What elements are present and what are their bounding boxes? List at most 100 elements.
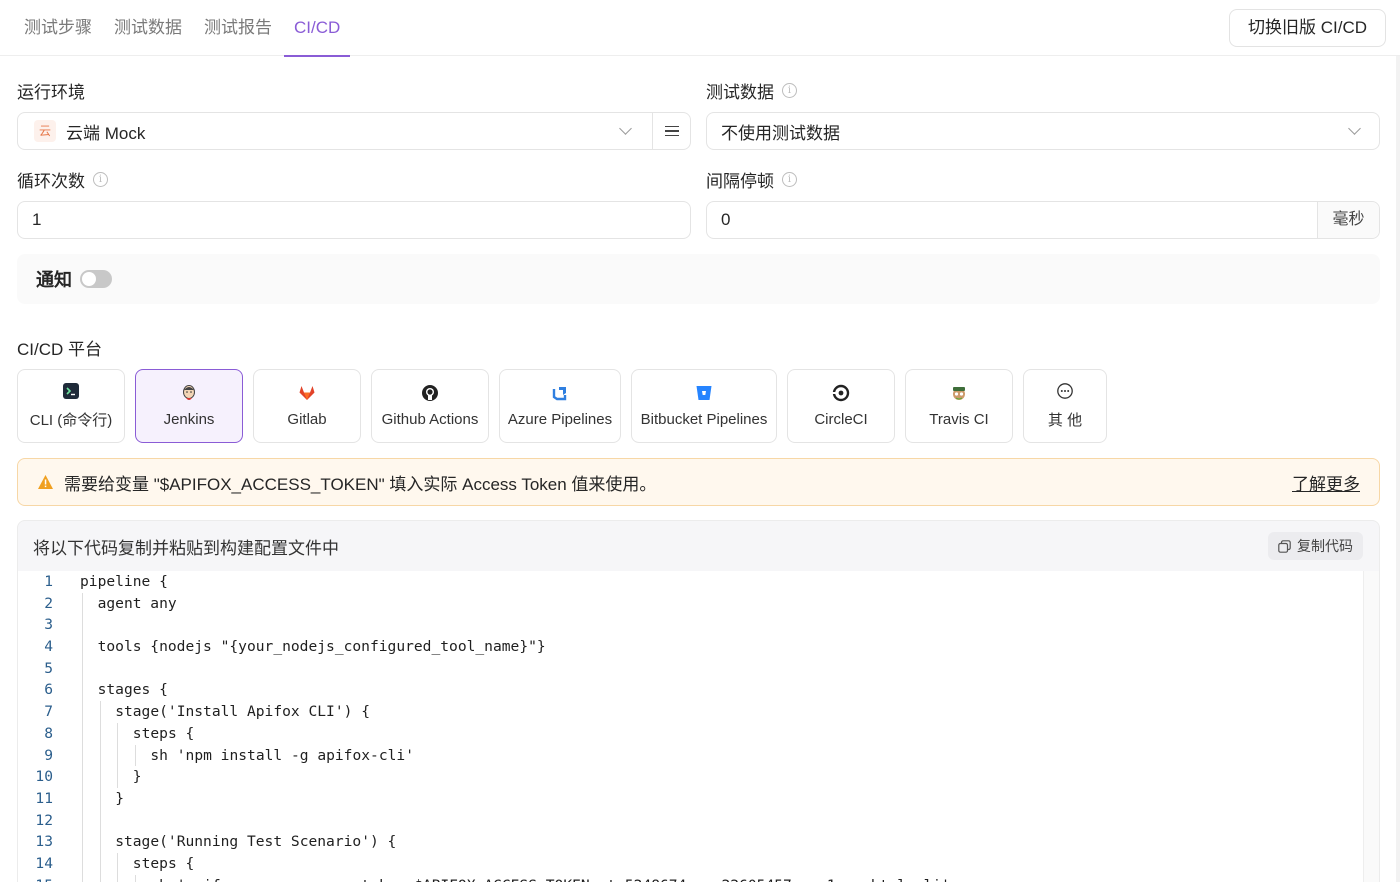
line-number: 12 bbox=[35, 811, 53, 829]
test-data-label: 测试数据 bbox=[706, 83, 774, 102]
code-line: 9 sh 'npm install -g apifox-cli' bbox=[18, 744, 1363, 767]
copy-icon bbox=[1278, 539, 1291, 553]
code-line: 1 pipeline { bbox=[18, 571, 1363, 593]
code-editor[interactable]: 1 pipeline {2 agent any 3 4 tools {nodejs "{y… bbox=[18, 571, 1363, 882]
line-number: 15 bbox=[18, 875, 53, 882]
platform-jenkins[interactable]: Jenkins bbox=[135, 369, 243, 443]
tab-test-steps[interactable]: 测试步骤 bbox=[14, 0, 102, 56]
code-text: sh 'apifox run --access-token $APIFOX_AC… bbox=[80, 875, 950, 882]
travis-icon bbox=[953, 387, 965, 400]
platform-bitbucket-pipelines[interactable]: Bitbucket Pipelines bbox=[631, 369, 777, 443]
code-text: stage('Running Test Scenario') { bbox=[115, 833, 397, 851]
platform-azure-pipelines[interactable]: Azure Pipelines bbox=[499, 369, 621, 443]
line-number: 7 bbox=[44, 703, 53, 721]
line-number: 5 bbox=[44, 659, 53, 677]
github-icon bbox=[422, 385, 438, 401]
line-number: 4 bbox=[44, 638, 53, 656]
code-text: sh 'npm install -g apifox-cli' bbox=[150, 746, 414, 764]
code-line: 11} bbox=[18, 787, 1363, 810]
loop-count-input[interactable]: 1 bbox=[17, 201, 691, 239]
code-line: 5 bbox=[18, 657, 1363, 680]
learn-more-link[interactable]: 了解更多 bbox=[1292, 470, 1360, 495]
warning-icon bbox=[38, 475, 53, 489]
platform-cli[interactable]: CLI (命令行) bbox=[17, 369, 125, 443]
tab-cicd[interactable]: CI/CD bbox=[284, 0, 351, 57]
code-line: 13 stage('Running Test Scenario') { bbox=[18, 831, 1363, 853]
notification-toggle[interactable] bbox=[80, 270, 112, 288]
platform-gitlab[interactable]: Gitlab bbox=[253, 369, 361, 443]
code-line: 15 sh 'apifox run --access-token $APIFOX_… bbox=[18, 874, 1363, 882]
line-number: 9 bbox=[44, 746, 53, 764]
jenkins-icon bbox=[183, 385, 195, 400]
more-icon bbox=[1057, 383, 1073, 399]
interval-input[interactable]: 0 毫秒 bbox=[706, 201, 1380, 239]
interval-label: 间隔停顿 bbox=[706, 172, 774, 191]
code-text: } bbox=[132, 768, 142, 786]
test-data-value: 不使用测试数据 bbox=[721, 123, 840, 143]
top-bar: 测试步骤 测试数据 测试报告 CI/CD 切换旧版 CI/CD bbox=[0, 0, 1400, 57]
info-icon[interactable]: i bbox=[93, 172, 108, 187]
code-line: 14 steps { bbox=[18, 852, 1363, 875]
env-label-row: 运行环境 bbox=[17, 78, 85, 103]
environment-value: 云端 Mock bbox=[66, 123, 146, 143]
environment-select[interactable]: 云 云端 Mock bbox=[17, 112, 691, 150]
line-number: 10 bbox=[35, 768, 53, 786]
page-scrollbar[interactable] bbox=[1396, 56, 1400, 882]
loop-count-value: 1 bbox=[32, 210, 42, 229]
copy-code-button[interactable]: 复制代码 bbox=[1268, 532, 1363, 560]
circleci-icon bbox=[832, 384, 850, 402]
chevron-down-icon bbox=[1348, 122, 1361, 135]
code-panel-title: 将以下代码复制并粘贴到构建配置文件中 bbox=[33, 538, 339, 558]
bitbucket-icon bbox=[696, 386, 712, 400]
code-text: } bbox=[115, 789, 124, 807]
platform-travis-ci[interactable]: Travis CI bbox=[905, 369, 1013, 443]
tab-test-data[interactable]: 测试数据 bbox=[104, 0, 192, 56]
platform-circleci[interactable]: CircleCI bbox=[787, 369, 895, 443]
loop-count-label: 循环次数 bbox=[17, 172, 85, 191]
code-text: stages { bbox=[97, 681, 168, 699]
terminal-icon bbox=[63, 383, 79, 399]
switch-legacy-cicd-button[interactable]: 切换旧版 CI/CD bbox=[1229, 9, 1386, 47]
code-line: 10} bbox=[18, 766, 1363, 788]
platform-label: CircleCI bbox=[814, 411, 868, 428]
platform-label: Azure Pipelines bbox=[507, 411, 613, 428]
tab-bar: 测试步骤 测试数据 测试报告 CI/CD bbox=[14, 0, 352, 57]
line-number: 8 bbox=[44, 724, 53, 742]
platform-label: Jenkins bbox=[163, 411, 215, 428]
code-scrollbar[interactable] bbox=[1363, 571, 1379, 882]
code-line: 2 agent any bbox=[18, 592, 1363, 615]
warning-message: 需要给变量 "$APIFOX_ACCESS_TOKEN" 填入实际 Access… bbox=[64, 474, 657, 494]
test-data-select[interactable]: 不使用测试数据 bbox=[706, 112, 1380, 150]
info-icon[interactable]: i bbox=[782, 83, 797, 98]
platform-label-row: CI/CD 平台 bbox=[17, 335, 102, 360]
tab-test-report[interactable]: 测试报告 bbox=[194, 0, 282, 56]
code-line: 4 tools {nodejs "{your_nodejs_configured_… bbox=[18, 636, 1363, 658]
platform-other[interactable]: 其 他 bbox=[1023, 369, 1107, 443]
line-number: 1 bbox=[44, 573, 53, 590]
environment-manage-menu-icon[interactable] bbox=[652, 113, 690, 149]
copy-code-label: 复制代码 bbox=[1297, 538, 1353, 554]
notification-section: 通知 bbox=[17, 254, 1380, 304]
chevron-down-icon bbox=[619, 122, 632, 135]
platform-label: CLI (命令行) bbox=[29, 412, 113, 429]
code-line: 8 steps { bbox=[18, 722, 1363, 745]
test-data-label-row: 测试数据 i bbox=[706, 78, 797, 103]
code-line: 3 bbox=[18, 614, 1363, 637]
platform-label: Gitlab bbox=[287, 411, 327, 428]
platform-label: Bitbucket Pipelines bbox=[640, 411, 768, 428]
code-line: 6 stages { bbox=[18, 679, 1363, 702]
platform-label: 其 他 bbox=[1047, 412, 1083, 429]
platform-github-actions[interactable]: Github Actions bbox=[371, 369, 489, 443]
line-number: 14 bbox=[35, 854, 53, 872]
cicd-platform-label: CI/CD 平台 bbox=[17, 340, 102, 359]
interval-unit-addon: 毫秒 bbox=[1317, 202, 1379, 238]
loop-label-row: 循环次数 i bbox=[17, 167, 108, 192]
platform-list: CLI (命令行) Jenkins Gitlab Github Actions … bbox=[17, 369, 1107, 443]
code-panel: 将以下代码复制并粘贴到构建配置文件中 复制代码 1 pipeline {2 agen… bbox=[17, 520, 1380, 882]
info-icon[interactable]: i bbox=[782, 172, 797, 187]
code-panel-header: 将以下代码复制并粘贴到构建配置文件中 复制代码 bbox=[18, 521, 1379, 571]
interval-label-row: 间隔停顿 i bbox=[706, 167, 797, 192]
